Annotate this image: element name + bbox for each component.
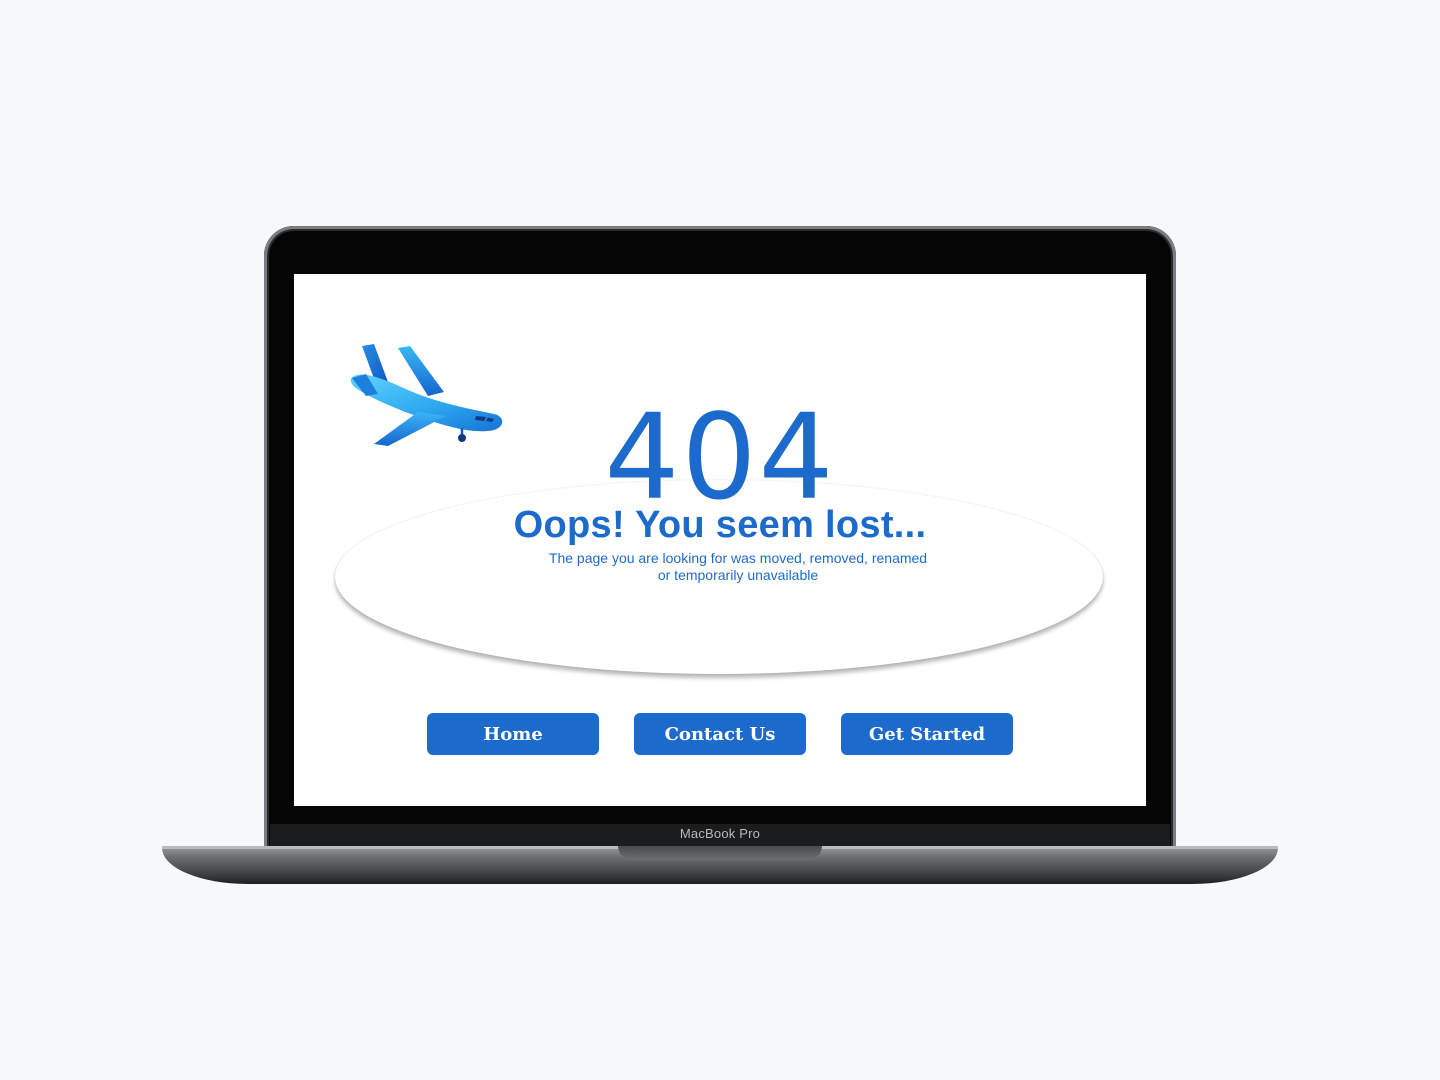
home-button[interactable]: Home [427, 713, 599, 755]
laptop-screen: 404 Oops! You seem lost... The page you … [294, 274, 1146, 806]
error-description-line-1: The page you are looking for was moved, … [548, 550, 928, 566]
error-code: 404 [604, 388, 836, 526]
error-description: The page you are looking for was moved, … [514, 550, 962, 584]
laptop-lid: 404 Oops! You seem lost... The page you … [264, 226, 1176, 850]
laptop-thumb-notch [618, 846, 822, 860]
laptop-model-label: MacBook Pro [679, 826, 761, 841]
contact-us-button[interactable]: Contact Us [634, 713, 806, 755]
get-started-button[interactable]: Get Started [841, 713, 1013, 755]
error-description-line-2: or temporarily unavailable [657, 567, 819, 583]
error-headline: Oops! You seem lost... [513, 504, 927, 546]
